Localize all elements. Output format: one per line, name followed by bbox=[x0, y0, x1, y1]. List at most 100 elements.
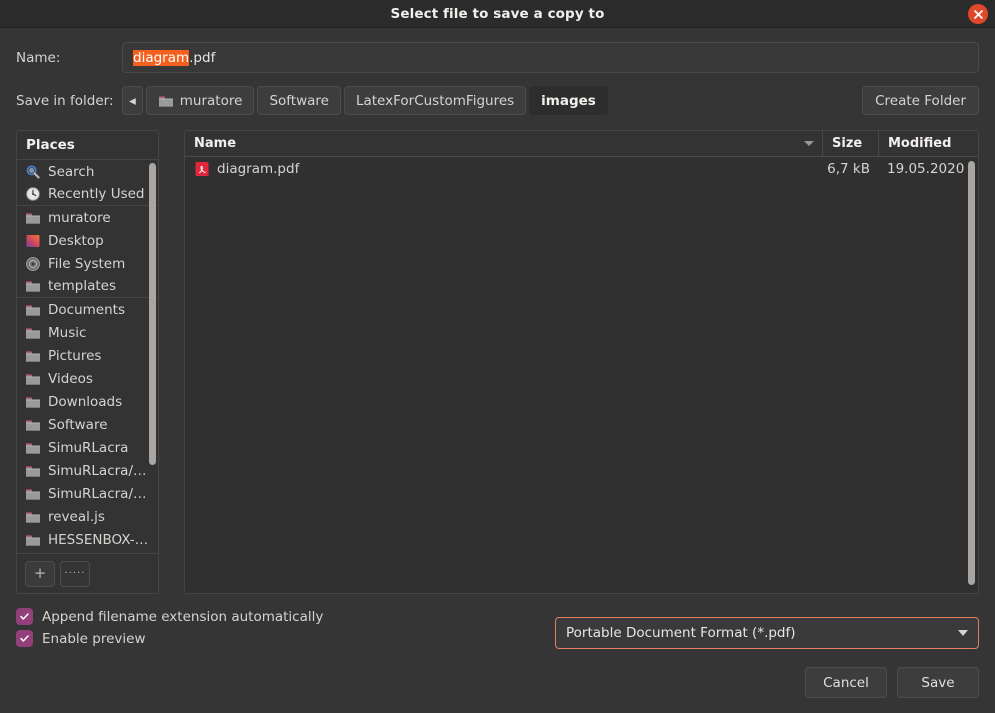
add-bookmark-button[interactable]: + bbox=[25, 560, 55, 587]
folder-icon bbox=[26, 373, 40, 385]
sidebar-item-simurlacra[interactable]: SimuRLacra bbox=[17, 436, 158, 459]
table-row[interactable]: diagram.pdf 6,7 kB 19.05.2020 bbox=[185, 157, 978, 180]
close-icon[interactable] bbox=[968, 4, 988, 24]
places-header: Places bbox=[17, 131, 158, 160]
folder-icon bbox=[26, 511, 40, 523]
recent-icon bbox=[26, 187, 40, 201]
sidebar-footer: + ····· bbox=[17, 553, 158, 593]
path-row: Save in folder: ◂ muratore Software LatexFo… bbox=[0, 73, 995, 115]
breadcrumb-item-latexforcustomfigures[interactable]: LatexForCustomFigures bbox=[343, 86, 527, 115]
places-sidebar: Places Search Recently Used muratore Deskto… bbox=[16, 130, 159, 594]
title-bar: Select file to save a copy to bbox=[0, 0, 995, 28]
filename-selected-text: diagram bbox=[133, 49, 190, 66]
enable-preview-checkbox[interactable] bbox=[16, 630, 33, 647]
folder-icon bbox=[26, 327, 40, 339]
checkbox-group: Append filename extension automatically … bbox=[16, 608, 555, 647]
enable-preview-checkbox-row[interactable]: Enable preview bbox=[16, 630, 555, 647]
sidebar-scrollbar[interactable] bbox=[149, 163, 156, 465]
sidebar-item-desktop[interactable]: Desktop bbox=[17, 229, 158, 252]
sidebar-item-templates[interactable]: templates bbox=[17, 275, 158, 298]
folder-icon bbox=[26, 350, 40, 362]
sidebar-item-label: Documents bbox=[48, 301, 125, 318]
sidebar-item-file-system[interactable]: File System bbox=[17, 252, 158, 275]
folder-icon bbox=[26, 442, 40, 454]
breadcrumb-item-muratore[interactable]: muratore bbox=[145, 86, 255, 115]
folder-icon bbox=[26, 488, 40, 500]
append-extension-checkbox-row[interactable]: Append filename extension automatically bbox=[16, 608, 555, 625]
folder-icon bbox=[158, 95, 173, 107]
sidebar-item-label: SimuRLacra/… bbox=[48, 462, 147, 479]
file-name-label: diagram.pdf bbox=[217, 160, 300, 177]
window-title: Select file to save a copy to bbox=[390, 5, 605, 22]
sidebar-item-label: templates bbox=[48, 278, 116, 294]
filename-rest-text: .pdf bbox=[189, 49, 216, 66]
save-button[interactable]: Save bbox=[897, 667, 979, 698]
sidebar-item-label: SimuRLacra/… bbox=[48, 485, 147, 502]
sidebar-item-label: Downloads bbox=[48, 393, 123, 410]
breadcrumb-item-label: Software bbox=[269, 92, 329, 109]
sidebar-item-label: Software bbox=[48, 416, 108, 433]
folder-icon bbox=[26, 465, 40, 477]
sidebar-item-label: Desktop bbox=[48, 232, 104, 249]
save-in-folder-label: Save in folder: bbox=[16, 92, 114, 109]
disk-icon bbox=[26, 256, 40, 271]
create-folder-button[interactable]: Create Folder bbox=[862, 86, 979, 115]
sidebar-item-pictures[interactable]: Pictures bbox=[17, 344, 158, 367]
sidebar-item-label: Pictures bbox=[48, 347, 102, 364]
search-icon bbox=[26, 164, 40, 179]
sidebar-item-recently-used[interactable]: Recently Used bbox=[17, 183, 158, 206]
breadcrumb-item-label: images bbox=[541, 92, 596, 109]
sidebar-item-videos[interactable]: Videos bbox=[17, 367, 158, 390]
sidebar-item-label: Recently Used bbox=[48, 186, 145, 202]
sidebar-item-software[interactable]: Software bbox=[17, 413, 158, 436]
filename-input[interactable]: diagram .pdf bbox=[122, 42, 979, 73]
sidebar-item-label: SimuRLacra bbox=[48, 439, 129, 456]
sidebar-item-music[interactable]: Music bbox=[17, 321, 158, 344]
sidebar-item-muratore[interactable]: muratore bbox=[17, 206, 158, 229]
file-rows: diagram.pdf 6,7 kB 19.05.2020 bbox=[185, 157, 978, 180]
sidebar-item-simurlacra-[interactable]: SimuRLacra/… bbox=[17, 482, 158, 505]
file-list-scrollbar[interactable] bbox=[968, 161, 975, 585]
breadcrumb-item-images[interactable]: images bbox=[529, 86, 608, 115]
more-options-button[interactable]: ····· bbox=[60, 560, 90, 587]
sidebar-item-label: Search bbox=[48, 163, 95, 180]
column-header-modified[interactable]: Modified bbox=[878, 131, 978, 156]
sidebar-item-simurlacra-[interactable]: SimuRLacra/… bbox=[17, 459, 158, 482]
path-back-icon[interactable]: ◂ bbox=[122, 86, 143, 115]
file-format-select[interactable]: Portable Document Format (*.pdf) bbox=[555, 617, 979, 649]
check-icon bbox=[20, 635, 29, 642]
sidebar-item-label: HESSENBOX-… bbox=[48, 531, 149, 548]
folder-icon bbox=[26, 281, 40, 292]
dialog-actions: Cancel Save bbox=[0, 649, 995, 698]
file-format-wrapper: Portable Document Format (*.pdf) bbox=[555, 608, 979, 649]
folder-icon bbox=[26, 534, 40, 546]
sidebar-item-downloads[interactable]: Downloads bbox=[17, 390, 158, 413]
append-extension-checkbox[interactable] bbox=[16, 608, 33, 625]
places-list: Search Recently Used muratore Desktop File S… bbox=[17, 160, 158, 553]
sidebar-item-label: muratore bbox=[48, 209, 111, 226]
cancel-button[interactable]: Cancel bbox=[805, 667, 887, 698]
breadcrumb-item-software[interactable]: Software bbox=[257, 86, 341, 115]
sidebar-item-hessenbox-[interactable]: HESSENBOX-… bbox=[17, 528, 158, 551]
sidebar-item-label: Music bbox=[48, 324, 87, 341]
breadcrumb-item-label: muratore bbox=[179, 92, 243, 109]
file-name-cell: diagram.pdf bbox=[185, 161, 822, 177]
check-icon bbox=[20, 613, 29, 620]
file-list-pane: Name Size Modified diagram.pdf 6,7 kB 19.0… bbox=[184, 130, 979, 594]
file-format-value: Portable Document Format (*.pdf) bbox=[566, 625, 796, 641]
column-header-name[interactable]: Name bbox=[185, 136, 822, 151]
close-glyph bbox=[973, 9, 983, 19]
column-header-size[interactable]: Size bbox=[822, 131, 878, 156]
sidebar-item-documents[interactable]: Documents bbox=[17, 298, 158, 321]
options-area: Append filename extension automatically … bbox=[0, 594, 995, 649]
sidebar-item-label: File System bbox=[48, 255, 126, 272]
folder-icon bbox=[26, 304, 40, 316]
breadcrumb-item-label: LatexForCustomFigures bbox=[355, 92, 515, 109]
folder-icon bbox=[26, 419, 40, 431]
sidebar-item-label: reveal.js bbox=[48, 508, 105, 525]
file-size-cell: 6,7 kB bbox=[827, 160, 870, 177]
enable-preview-label: Enable preview bbox=[42, 630, 146, 647]
sidebar-item-reveal-js[interactable]: reveal.js bbox=[17, 505, 158, 528]
sidebar-item-search[interactable]: Search bbox=[17, 160, 158, 183]
sort-descending-icon bbox=[804, 141, 814, 146]
